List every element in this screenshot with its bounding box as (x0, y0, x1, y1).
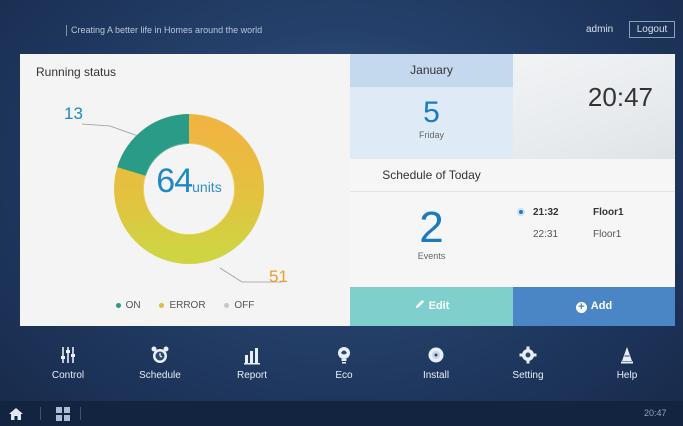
status-legend: ON ERROR OFF (20, 300, 350, 311)
install-disc-icon (396, 344, 476, 366)
user-name: admin (586, 24, 614, 35)
main-navigation: Control Schedule Report Eco Install Sett… (20, 344, 675, 394)
nav-control[interactable]: Control (28, 344, 108, 381)
clock-panel: 20:47 (513, 54, 675, 159)
bottom-bar: 20:47 (0, 401, 683, 426)
on-count-label: 13 (64, 104, 83, 123)
running-status-card: Running status 13 51 64units ON ERROR OF… (20, 54, 350, 326)
tagline: Creating A better life in Homes around t… (66, 25, 262, 36)
nav-schedule[interactable]: Schedule (120, 344, 200, 381)
nav-label: Eco (335, 370, 353, 381)
sliders-icon (28, 344, 108, 366)
edit-label: Edit (428, 300, 450, 312)
screen-background: Creating A better life in Homes around t… (0, 0, 683, 426)
bar-chart-icon (212, 344, 292, 366)
gear-icon (488, 344, 568, 366)
schedule-card: Schedule of Today 2 Events 21:32 Floor1 … (350, 159, 675, 287)
legend-on: ON (115, 300, 141, 311)
current-event-icon (517, 208, 525, 216)
schedule-title: Schedule of Today (382, 168, 481, 182)
help-pyramid-icon (587, 344, 667, 366)
nav-setting[interactable]: Setting (488, 344, 568, 381)
event-location: Floor1 (593, 229, 622, 240)
on-dot-icon (115, 302, 121, 308)
day-number: 5 (423, 96, 440, 129)
status-donut-chart: 64units (104, 104, 274, 274)
alarm-clock-icon (120, 344, 200, 366)
nav-help[interactable]: Help (587, 344, 667, 381)
error-dot-icon (159, 302, 165, 308)
logout-button[interactable]: Logout (629, 21, 675, 38)
bottom-divider (40, 407, 41, 420)
dashboard-panel: Running status 13 51 64units ON ERROR OF… (20, 54, 675, 326)
nav-install[interactable]: Install (396, 344, 476, 381)
nav-label: Report (236, 370, 267, 381)
plus-circle-icon: + (575, 302, 587, 313)
weekday: Friday (418, 130, 444, 140)
total-units-value: 64 (156, 162, 193, 200)
nav-eco[interactable]: Eco (304, 344, 384, 381)
event-time: 22:31 (533, 229, 559, 240)
clock-time: 20:47 (587, 82, 653, 112)
grid-icon[interactable] (56, 407, 70, 421)
nav-label: Install (422, 370, 450, 381)
event-time: 21:32 (533, 207, 559, 218)
calendar-day: 5 Friday (350, 87, 513, 159)
total-units: 64units (104, 162, 274, 201)
calendar-month: January (350, 54, 513, 87)
running-status-title: Running status (36, 65, 117, 79)
nav-label: Control (51, 370, 85, 381)
top-bar: Creating A better life in Homes around t… (0, 0, 683, 46)
nav-report[interactable]: Report (212, 344, 292, 381)
events-label: Events (417, 251, 446, 261)
nav-label: Setting (512, 370, 544, 381)
pencil-icon (415, 299, 424, 309)
units-label: units (192, 179, 222, 195)
off-dot-icon (224, 302, 230, 308)
edit-schedule-button[interactable]: Edit (350, 287, 513, 326)
legend-off: OFF (224, 300, 254, 311)
add-label: Add (590, 300, 613, 312)
footer-time: 20:47 (644, 408, 667, 418)
legend-error: ERROR (159, 300, 206, 311)
eco-bulb-icon (304, 344, 384, 366)
home-icon[interactable] (8, 406, 24, 422)
bottom-divider (80, 407, 81, 420)
events-count: 2 (419, 203, 444, 252)
event-location: Floor1 (593, 207, 624, 218)
schedule-divider (350, 191, 675, 192)
nav-label: Schedule (139, 370, 181, 381)
nav-label: Help (616, 370, 638, 381)
add-schedule-button[interactable]: + Add (513, 287, 675, 326)
